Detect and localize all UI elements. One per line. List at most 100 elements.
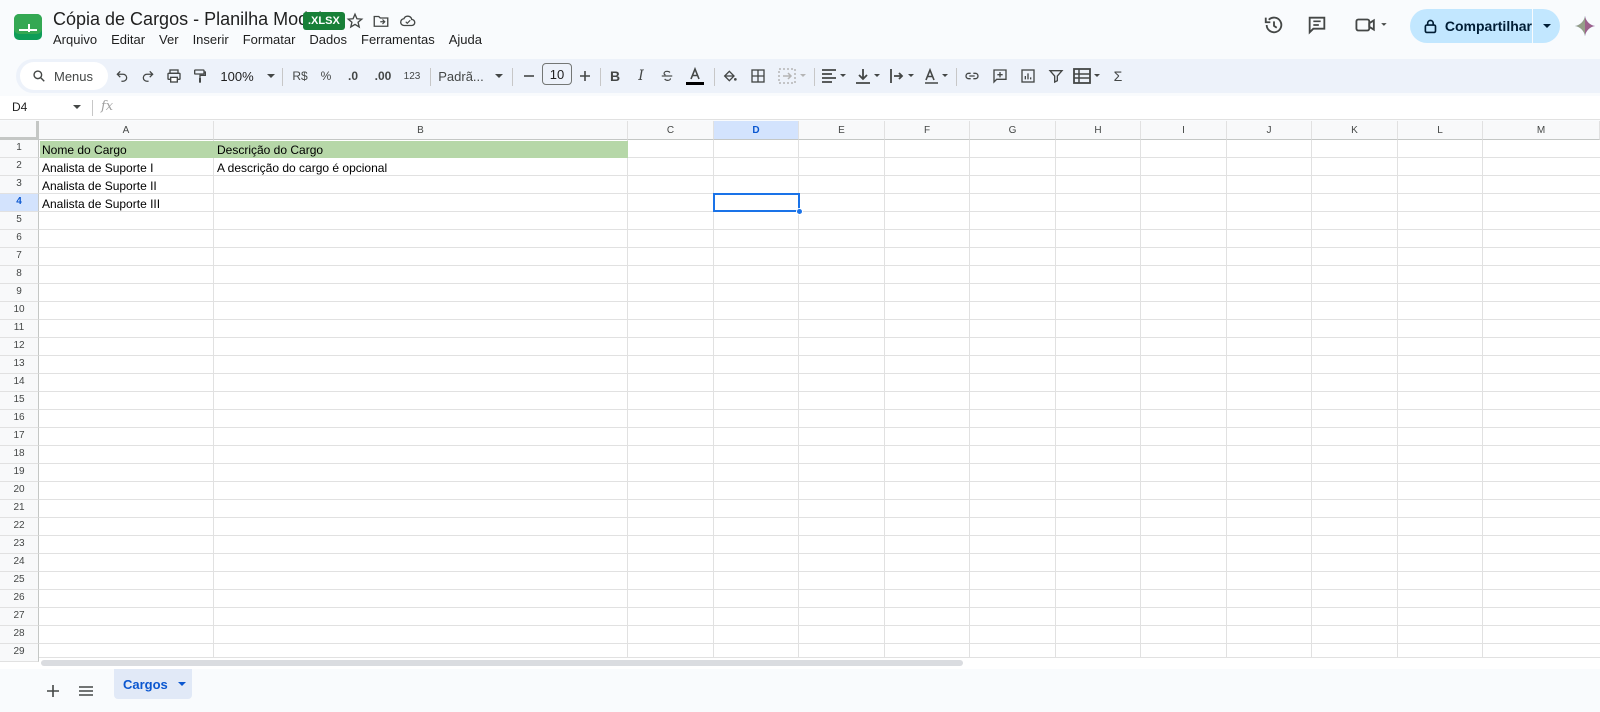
cell-a4[interactable]: Analista de Suporte III (40, 197, 213, 211)
row-header-4[interactable]: 4 (0, 194, 39, 212)
text-wrapping-icon[interactable] (888, 64, 916, 88)
bold-icon[interactable]: B (606, 64, 624, 88)
column-header-k[interactable]: K (1312, 121, 1398, 140)
row-header-10[interactable]: 10 (0, 302, 39, 320)
column-header-j[interactable]: J (1227, 121, 1312, 140)
row-header-1[interactable]: 1 (0, 140, 39, 158)
row-header-29[interactable]: 29 (0, 644, 39, 662)
row-header-19[interactable]: 19 (0, 464, 39, 482)
row-header-5[interactable]: 5 (0, 212, 39, 230)
column-header-a[interactable]: A (39, 121, 214, 140)
number-format-button[interactable]: 123 (400, 64, 424, 88)
row-header-9[interactable]: 9 (0, 284, 39, 302)
menu-ajuda[interactable]: Ajuda (449, 32, 489, 47)
select-all-corner[interactable] (0, 121, 39, 140)
decrease-font-size-icon[interactable] (520, 64, 538, 88)
column-header-h[interactable]: H (1056, 121, 1141, 140)
menu-arquivo[interactable]: Arquivo (53, 32, 104, 47)
fill-color-icon[interactable] (720, 64, 740, 88)
cell-a1[interactable]: Nome do Cargo (40, 143, 213, 157)
all-sheets-menu-icon[interactable] (72, 677, 100, 705)
move-folder-icon[interactable] (372, 12, 390, 30)
row-header-27[interactable]: 27 (0, 608, 39, 626)
meet-video-icon[interactable] (1352, 14, 1392, 38)
star-icon[interactable] (346, 12, 364, 30)
decrease-decimal-button[interactable]: .0 (342, 64, 364, 88)
row-header-6[interactable]: 6 (0, 230, 39, 248)
row-header-21[interactable]: 21 (0, 500, 39, 518)
row-header-15[interactable]: 15 (0, 392, 39, 410)
column-header-l[interactable]: L (1398, 121, 1483, 140)
currency-format-button[interactable]: R$ (288, 64, 312, 88)
menu-formatar[interactable]: Formatar (243, 32, 303, 47)
column-header-m[interactable]: M (1483, 121, 1600, 140)
font-size-input[interactable] (542, 63, 572, 85)
row-header-14[interactable]: 14 (0, 374, 39, 392)
sheets-logo-icon[interactable] (14, 14, 42, 40)
menu-ferramentas[interactable]: Ferramentas (361, 32, 442, 47)
filter-views-icon[interactable] (1072, 64, 1102, 88)
row-header-26[interactable]: 26 (0, 590, 39, 608)
paint-format-icon[interactable] (190, 64, 210, 88)
menu-editar[interactable]: Editar (111, 32, 152, 47)
add-sheet-icon[interactable] (39, 677, 67, 705)
cell-a3[interactable]: Analista de Suporte II (40, 179, 213, 193)
row-header-11[interactable]: 11 (0, 320, 39, 338)
font-family-select[interactable]: Padrã... (436, 64, 506, 88)
increase-font-size-icon[interactable] (576, 64, 594, 88)
selected-cell-d4[interactable] (713, 193, 800, 212)
column-header-c[interactable]: C (628, 121, 714, 140)
cloud-status-icon[interactable] (399, 12, 417, 30)
cell-b1[interactable]: Descrição do Cargo (215, 143, 627, 157)
share-button[interactable]: Compartilhar (1410, 9, 1532, 43)
print-icon[interactable] (164, 64, 184, 88)
sheet-tab-cargos[interactable]: Cargos (114, 669, 192, 699)
functions-icon[interactable]: Σ (1108, 64, 1128, 88)
vertical-align-icon[interactable] (854, 64, 882, 88)
text-color-icon[interactable] (684, 64, 706, 88)
cell-b2[interactable]: A descrição do cargo é opcional (215, 161, 627, 175)
column-header-d[interactable]: D (714, 121, 799, 140)
column-header-f[interactable]: F (885, 121, 970, 140)
menu-inserir[interactable]: Inserir (193, 32, 236, 47)
version-history-icon[interactable] (1263, 14, 1287, 38)
menu-dados[interactable]: Dados (309, 32, 354, 47)
redo-icon[interactable] (138, 64, 158, 88)
row-header-8[interactable]: 8 (0, 266, 39, 284)
formula-input[interactable] (124, 98, 1584, 118)
column-header-b[interactable]: B (214, 121, 628, 140)
share-options-dropdown[interactable] (1533, 9, 1560, 43)
cell-a2[interactable]: Analista de Suporte I (40, 161, 213, 175)
strikethrough-icon[interactable] (658, 64, 676, 88)
row-header-20[interactable]: 20 (0, 482, 39, 500)
row-header-17[interactable]: 17 (0, 428, 39, 446)
comments-icon[interactable] (1306, 14, 1330, 38)
document-title[interactable]: Cópia de Cargos - Planilha Modelo (53, 9, 332, 30)
row-header-23[interactable]: 23 (0, 536, 39, 554)
column-header-e[interactable]: E (799, 121, 885, 140)
row-header-3[interactable]: 3 (0, 176, 39, 194)
name-box[interactable]: D4 (12, 100, 27, 114)
menus-search-button[interactable]: Menus (20, 62, 108, 90)
zoom-select[interactable]: 100% (218, 64, 278, 88)
menu-ver[interactable]: Ver (159, 32, 186, 47)
filter-icon[interactable] (1046, 64, 1066, 88)
row-header-22[interactable]: 22 (0, 518, 39, 536)
undo-icon[interactable] (112, 64, 132, 88)
row-header-24[interactable]: 24 (0, 554, 39, 572)
row-header-28[interactable]: 28 (0, 626, 39, 644)
fill-handle[interactable] (796, 208, 803, 215)
row-header-12[interactable]: 12 (0, 338, 39, 356)
insert-link-icon[interactable] (962, 64, 982, 88)
gemini-icon[interactable] (1574, 15, 1596, 37)
chevron-down-icon[interactable] (72, 104, 82, 110)
chevron-down-icon[interactable] (177, 681, 187, 687)
percent-format-button[interactable]: % (316, 64, 336, 88)
horizontal-align-icon[interactable] (820, 64, 848, 88)
insert-chart-icon[interactable] (1018, 64, 1038, 88)
row-header-18[interactable]: 18 (0, 446, 39, 464)
row-header-13[interactable]: 13 (0, 356, 39, 374)
column-header-g[interactable]: G (970, 121, 1056, 140)
italic-icon[interactable]: I (632, 64, 650, 88)
insert-comment-icon[interactable] (990, 64, 1010, 88)
